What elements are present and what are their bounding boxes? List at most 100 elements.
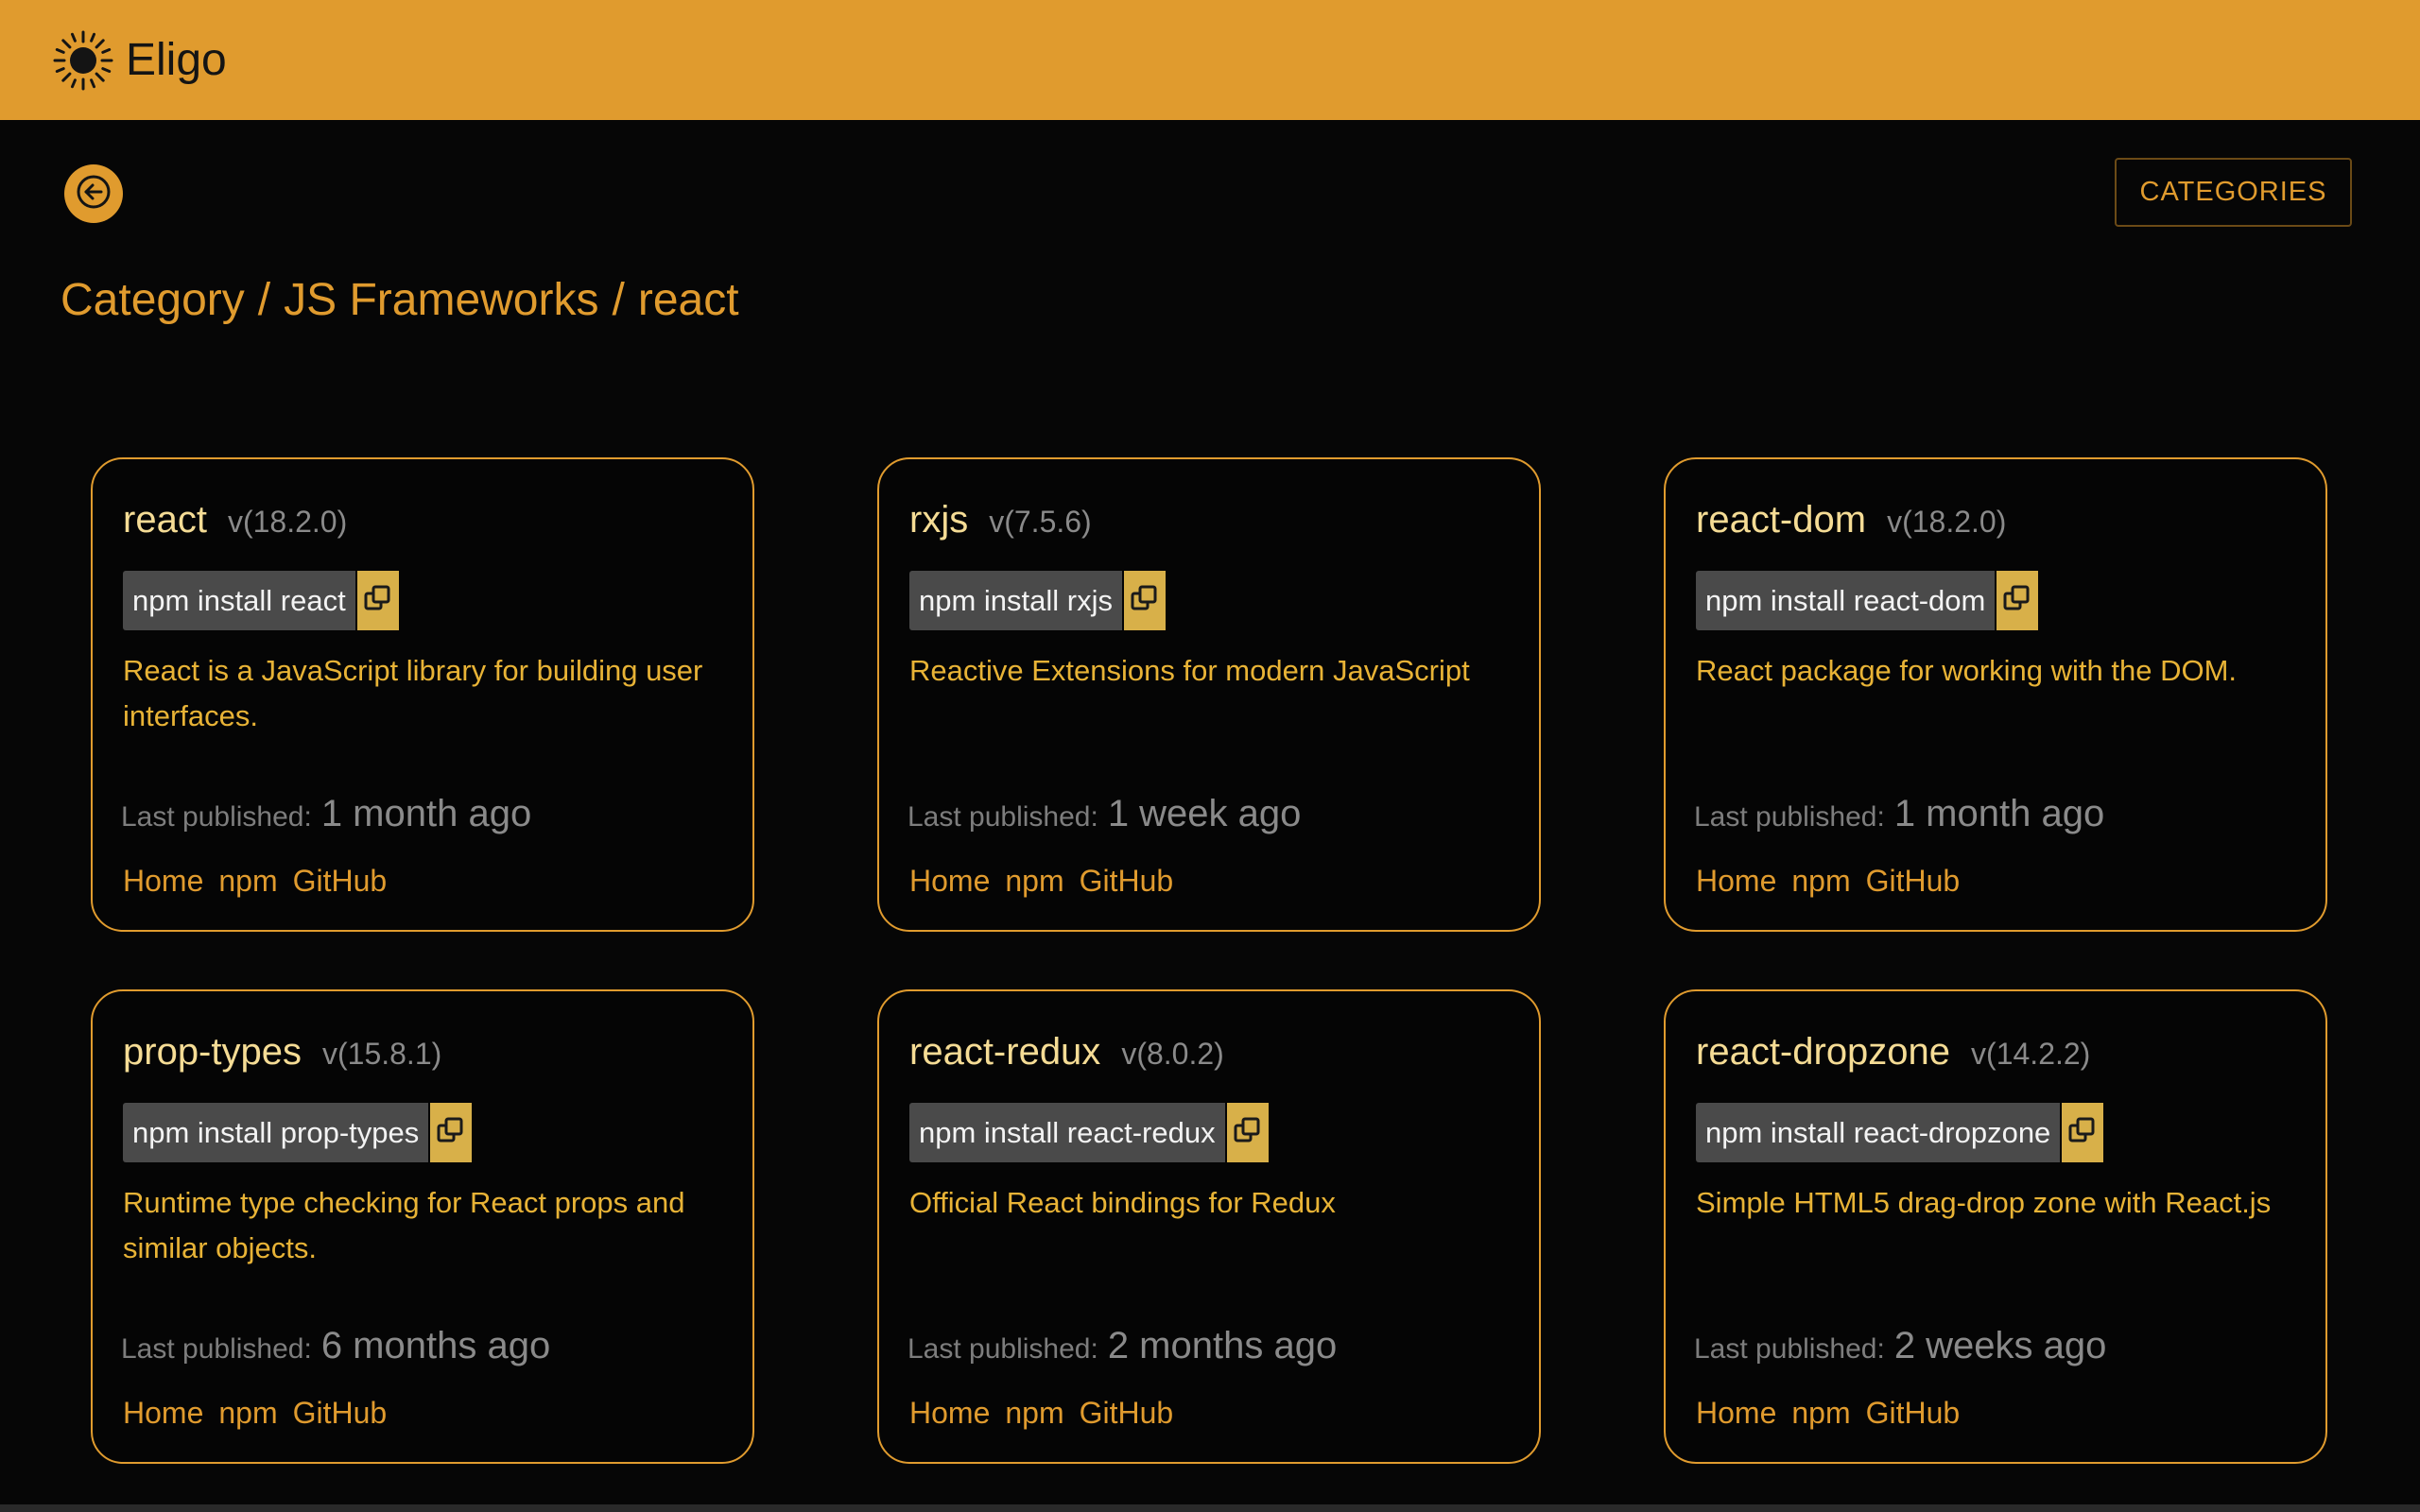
- package-name: react-dropzone: [1696, 1031, 1951, 1073]
- last-published: Last published: 1 month ago: [121, 793, 531, 835]
- package-version: v(18.2.0): [1887, 505, 2007, 539]
- install-command-box: npm install react-dropzone: [1696, 1103, 2104, 1162]
- package-name: react-redux: [909, 1031, 1101, 1073]
- github-link[interactable]: GitHub: [293, 864, 388, 899]
- home-link[interactable]: Home: [1696, 1396, 1776, 1431]
- install-command: npm install react-dropzone: [1696, 1103, 2061, 1162]
- last-published-value: 6 months ago: [320, 1325, 551, 1366]
- copy-button[interactable]: [356, 571, 399, 630]
- package-version: v(8.0.2): [1121, 1037, 1224, 1071]
- last-published-value: 1 month ago: [320, 793, 532, 834]
- card-header: react-dom v(18.2.0): [1696, 499, 2006, 541]
- last-published: Last published: 2 weeks ago: [1694, 1325, 2106, 1367]
- copy-button[interactable]: [1124, 571, 1166, 630]
- breadcrumb-separator: /: [257, 275, 271, 325]
- last-published-value: 2 weeks ago: [1893, 1325, 2107, 1366]
- card-header: react-redux v(8.0.2): [909, 1031, 1224, 1074]
- install-command-box: npm install react: [123, 571, 399, 630]
- package-description: Reactive Extensions for modern JavaScrip…: [909, 654, 1470, 687]
- last-published-value: 2 months ago: [1107, 1325, 1338, 1366]
- top-app-bar: Eligo: [0, 0, 2420, 120]
- install-command-box: npm install react-dom: [1696, 571, 2039, 630]
- npm-link[interactable]: npm: [218, 1396, 277, 1431]
- install-command: npm install react-dom: [1696, 571, 1996, 630]
- home-link[interactable]: Home: [909, 1396, 990, 1431]
- npm-link[interactable]: npm: [1791, 864, 1850, 899]
- copy-button[interactable]: [430, 1103, 473, 1162]
- copy-button[interactable]: [2062, 1103, 2104, 1162]
- categories-button[interactable]: CATEGORIES: [2115, 158, 2352, 227]
- copy-icon: [1233, 1115, 1263, 1150]
- breadcrumb-root[interactable]: Category: [60, 275, 245, 325]
- last-published-value: 1 week ago: [1107, 793, 1302, 834]
- install-command: npm install rxjs: [909, 571, 1122, 630]
- copy-button[interactable]: [1996, 571, 2039, 630]
- home-link[interactable]: Home: [909, 864, 990, 899]
- install-command: npm install react: [123, 571, 355, 630]
- home-link[interactable]: Home: [1696, 864, 1776, 899]
- card-header: rxjs v(7.5.6): [909, 499, 1092, 541]
- breadcrumb: Category / JS Frameworks / react: [60, 272, 739, 329]
- home-link[interactable]: Home: [123, 864, 203, 899]
- github-link[interactable]: GitHub: [1080, 1396, 1174, 1431]
- package-version: v(15.8.1): [321, 1037, 442, 1071]
- package-name: react: [123, 499, 207, 541]
- npm-link[interactable]: npm: [218, 864, 277, 899]
- npm-link[interactable]: npm: [1005, 1396, 1063, 1431]
- breadcrumb-separator: /: [612, 275, 625, 325]
- package-links: Home npm GitHub: [123, 1396, 387, 1431]
- breadcrumb-current: react: [637, 275, 739, 325]
- home-link[interactable]: Home: [123, 1396, 203, 1431]
- back-button[interactable]: [64, 164, 123, 223]
- package-description: React is a JavaScript library for buildi…: [123, 654, 703, 732]
- copy-icon: [2002, 583, 2032, 618]
- package-version: v(18.2.0): [227, 505, 348, 539]
- package-description: Runtime type checking for React props an…: [123, 1186, 685, 1264]
- breadcrumb-section[interactable]: JS Frameworks: [284, 275, 598, 325]
- package-links: Home npm GitHub: [909, 864, 1173, 899]
- arrow-left-icon: [76, 174, 112, 215]
- package-name: react-dom: [1696, 499, 1867, 541]
- install-command: npm install react-redux: [909, 1103, 1225, 1162]
- last-published-label: Last published:: [908, 1333, 1098, 1365]
- last-published: Last published: 6 months ago: [121, 1325, 550, 1367]
- package-version: v(14.2.2): [1971, 1037, 2091, 1071]
- package-description: Simple HTML5 drag-drop zone with React.j…: [1696, 1186, 2272, 1219]
- npm-link[interactable]: npm: [1791, 1396, 1850, 1431]
- github-link[interactable]: GitHub: [1080, 864, 1174, 899]
- card-header: prop-types v(15.8.1): [123, 1031, 441, 1074]
- copy-icon: [1130, 583, 1160, 618]
- last-published-label: Last published:: [121, 801, 312, 833]
- install-command-box: npm install rxjs: [909, 571, 1166, 630]
- package-links: Home npm GitHub: [1696, 1396, 1960, 1431]
- package-card: react v(18.2.0) npm install react React …: [91, 457, 754, 932]
- card-header: react-dropzone v(14.2.2): [1696, 1031, 2090, 1074]
- package-card: react-redux v(8.0.2) npm install react-r…: [877, 989, 1541, 1464]
- last-published: Last published: 2 months ago: [908, 1325, 1337, 1367]
- sun-icon: [52, 29, 114, 92]
- package-description: React package for working with the DOM.: [1696, 654, 2238, 687]
- github-link[interactable]: GitHub: [1866, 1396, 1961, 1431]
- copy-icon: [363, 583, 393, 618]
- last-published-label: Last published:: [1694, 1333, 1885, 1365]
- bottom-scroll-edge: [0, 1504, 2420, 1512]
- install-command-box: npm install prop-types: [123, 1103, 473, 1162]
- package-version: v(7.5.6): [989, 505, 1092, 539]
- github-link[interactable]: GitHub: [1866, 864, 1961, 899]
- package-name: rxjs: [909, 499, 969, 541]
- install-command: npm install prop-types: [123, 1103, 429, 1162]
- package-card: react-dropzone v(14.2.2) npm install rea…: [1664, 989, 2327, 1464]
- package-links: Home npm GitHub: [123, 864, 387, 899]
- copy-button[interactable]: [1226, 1103, 1269, 1162]
- github-link[interactable]: GitHub: [293, 1396, 388, 1431]
- package-name: prop-types: [123, 1031, 302, 1073]
- card-header: react v(18.2.0): [123, 499, 347, 541]
- last-published-value: 1 month ago: [1893, 793, 2105, 834]
- copy-icon: [2067, 1115, 2098, 1150]
- last-published-label: Last published:: [121, 1333, 312, 1365]
- package-card: react-dom v(18.2.0) npm install react-do…: [1664, 457, 2327, 932]
- npm-link[interactable]: npm: [1005, 864, 1063, 899]
- package-card: prop-types v(15.8.1) npm install prop-ty…: [91, 989, 754, 1464]
- app-logo[interactable]: Eligo: [52, 28, 227, 93]
- package-card: rxjs v(7.5.6) npm install rxjs Reactive …: [877, 457, 1541, 932]
